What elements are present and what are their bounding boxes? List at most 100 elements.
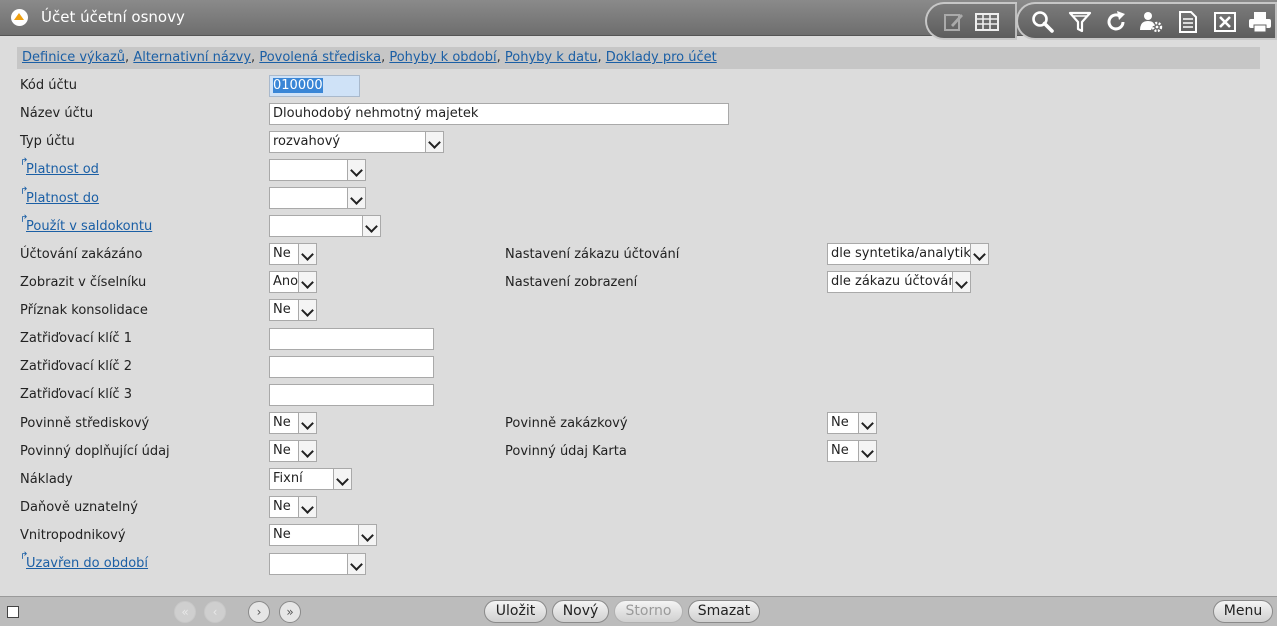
povinne-zakazkovy-label: Povinně zakázkový [505, 416, 628, 431]
nastaveni-zakazu-select[interactable]: dle syntetika/analytika [827, 243, 989, 265]
excel-icon[interactable] [1213, 10, 1239, 34]
povinny-doplnujici-value: Ne [273, 443, 291, 458]
danove-uznatelny-value: Ne [273, 499, 291, 514]
naklady-select[interactable]: Fixní [269, 468, 352, 490]
first-record-icon[interactable]: « [174, 601, 196, 623]
kod-uctu-label: Kód účtu [20, 78, 77, 93]
platnost-od-link[interactable]: Platnost od [20, 157, 99, 177]
kod-uctu-value: 010000 [273, 78, 323, 93]
nastaveni-zobrazeni-value: dle zákazu účtování [831, 274, 961, 289]
title-bar: Účet účetní osnovy [0, 0, 1277, 40]
povinne-zakazkovy-select[interactable]: Ne [827, 412, 877, 434]
uctovani-zakazano-value: Ne [273, 246, 291, 261]
chevron-down-icon[interactable] [970, 244, 988, 264]
chevron-down-icon[interactable] [298, 441, 316, 461]
zatr-klic-1-input[interactable] [269, 328, 434, 350]
uctovani-zakazano-label: Účtování zakázáno [20, 247, 143, 262]
zatr-klic-1-label: Zatřiďovací klíč 1 [20, 331, 132, 346]
platnost-do-link[interactable]: Platnost do [20, 186, 99, 206]
vnitropodnikovy-select[interactable]: Ne [269, 524, 377, 546]
priznak-konsolidace-label: Příznak konsolidace [20, 303, 148, 318]
link-definice-vykazu[interactable]: Definice výkazů [22, 50, 125, 65]
nastaveni-zakazu-value: dle syntetika/analytika [831, 246, 979, 261]
select-checkbox[interactable] [7, 606, 19, 618]
chevron-down-icon[interactable] [333, 469, 351, 489]
zatr-klic-3-input[interactable] [269, 384, 434, 406]
refresh-icon[interactable] [1104, 10, 1130, 34]
povinny-doplnujici-label: Povinný doplňující údaj [20, 444, 170, 459]
uctovani-zakazano-select[interactable]: Ne [269, 243, 317, 265]
danove-uznatelny-select[interactable]: Ne [269, 496, 317, 518]
povinny-doplnujici-select[interactable]: Ne [269, 440, 317, 462]
platnost-od-select[interactable] [269, 159, 366, 181]
zobrazit-ciselnik-select[interactable]: Ano [269, 271, 317, 293]
toolbar-group-actions [1016, 2, 1277, 40]
search-icon[interactable] [1031, 10, 1057, 34]
povinne-zakazkovy-value: Ne [831, 415, 849, 430]
uzavren-obdobi-select[interactable] [269, 553, 366, 575]
typ-uctu-label: Typ účtu [20, 134, 75, 149]
link-alternativni-nazvy[interactable]: Alternativní názvy [133, 50, 251, 65]
cancel-button[interactable]: Storno [614, 600, 683, 623]
pouzit-saldokonto-select[interactable] [269, 215, 381, 237]
chevron-down-icon[interactable] [425, 132, 443, 152]
chevron-down-icon[interactable] [347, 554, 365, 574]
nastaveni-zobrazeni-select[interactable]: dle zákazu účtování [827, 271, 971, 293]
toolbar-group-edit [925, 2, 1017, 40]
document-icon[interactable] [1176, 10, 1202, 34]
user-settings-icon[interactable] [1139, 10, 1165, 34]
save-button[interactable]: Uložit [484, 600, 547, 623]
print-icon[interactable] [1248, 10, 1274, 34]
nazev-uctu-input[interactable]: Dlouhodobý nehmotný majetek [269, 103, 729, 125]
naklady-label: Náklady [20, 472, 73, 487]
last-record-icon[interactable]: » [279, 601, 301, 623]
chevron-down-icon[interactable] [358, 525, 376, 545]
uzavren-obdobi-link[interactable]: Uzavřen do období [20, 551, 148, 571]
chevron-down-icon[interactable] [298, 300, 316, 320]
zobrazit-ciselnik-label: Zobrazit v číselníku [20, 275, 147, 290]
delete-button[interactable]: Smazat [688, 600, 760, 623]
chevron-down-icon[interactable] [347, 188, 365, 208]
pouzit-saldokonto-link[interactable]: Použít v saldokontu [20, 214, 152, 234]
chevron-down-icon[interactable] [298, 244, 316, 264]
povinne-strediskovy-select[interactable]: Ne [269, 412, 317, 434]
chevron-down-icon[interactable] [858, 413, 876, 433]
chevron-down-icon[interactable] [952, 272, 970, 292]
link-povolena-strediska[interactable]: Povolená střediska [259, 50, 381, 65]
related-links-bar: Definice výkazů, Alternativní názvy, Pov… [17, 47, 1260, 69]
link-pohyby-k-datu[interactable]: Pohyby k datu [505, 50, 598, 65]
platnost-do-select[interactable] [269, 187, 366, 209]
typ-uctu-select[interactable]: rozvahový [269, 131, 444, 153]
chevron-down-icon[interactable] [347, 160, 365, 180]
window-title: Účet účetní osnovy [41, 8, 185, 26]
nastaveni-zakazu-label: Nastavení zákazu účtování [505, 247, 680, 262]
prev-record-icon[interactable]: ‹ [204, 601, 226, 623]
chevron-down-icon[interactable] [858, 441, 876, 461]
next-record-icon[interactable]: › [248, 601, 270, 623]
menu-button[interactable]: Menu [1213, 600, 1273, 623]
vnitropodnikovy-label: Vnitropodnikový [20, 528, 126, 543]
edit-icon[interactable] [942, 10, 968, 34]
naklady-value: Fixní [273, 471, 303, 486]
povinne-strediskovy-value: Ne [273, 415, 291, 430]
priznak-konsolidace-select[interactable]: Ne [269, 299, 317, 321]
chevron-down-icon[interactable] [298, 272, 316, 292]
chevron-down-icon[interactable] [298, 413, 316, 433]
povinny-karta-select[interactable]: Ne [827, 440, 877, 462]
nastaveni-zobrazeni-label: Nastavení zobrazení [505, 275, 638, 290]
priznak-konsolidace-value: Ne [273, 302, 291, 317]
danove-uznatelny-label: Daňově uznatelný [20, 500, 138, 515]
povinny-karta-label: Povinný údaj Karta [505, 444, 627, 459]
table-icon[interactable] [975, 10, 1001, 34]
chevron-down-icon[interactable] [362, 216, 380, 236]
chevron-down-icon[interactable] [298, 497, 316, 517]
kod-uctu-input[interactable]: 010000 [269, 75, 360, 97]
povinny-karta-value: Ne [831, 443, 849, 458]
link-pohyby-k-obdobi[interactable]: Pohyby k období [389, 50, 496, 65]
collapse-icon[interactable] [11, 9, 28, 26]
link-doklady-pro-ucet[interactable]: Doklady pro účet [606, 50, 717, 65]
new-button[interactable]: Nový [552, 600, 609, 623]
zatr-klic-2-input[interactable] [269, 356, 434, 378]
filter-icon[interactable] [1068, 10, 1094, 34]
zobrazit-ciselnik-value: Ano [273, 274, 299, 289]
